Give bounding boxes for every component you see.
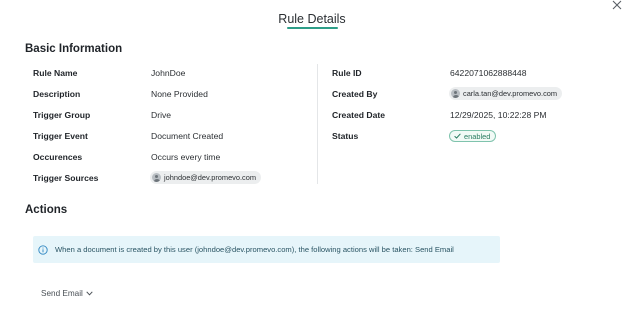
trigger-source-email: johndoe@dev.promevo.com: [164, 173, 256, 182]
send-email-action-toggle[interactable]: Send Email: [41, 289, 93, 298]
check-icon: [454, 133, 461, 139]
created-date-value: 12/29/2025, 10:22:28 PM: [450, 110, 547, 120]
trigger-event-label: Trigger Event: [33, 131, 88, 141]
user-avatar-icon: [451, 89, 460, 98]
rule-name-value: JohnDoe: [151, 68, 186, 78]
dialog-title: Rule Details: [278, 12, 346, 26]
created-by-label: Created By: [332, 89, 378, 99]
trigger-group-value: Drive: [151, 110, 172, 120]
trigger-event-value: Document Created: [151, 131, 224, 141]
status-badge: enabled: [449, 130, 497, 142]
occurences-label: Occurences: [33, 152, 83, 162]
trigger-sources-label: Trigger Sources: [33, 173, 99, 183]
action-label: Send Email: [41, 289, 83, 298]
created-by-user-chip: carla.tan@dev.promevo.com: [449, 87, 563, 100]
column-divider: [317, 64, 318, 184]
created-by-email: carla.tan@dev.promevo.com: [463, 89, 558, 98]
info-banner-text: When a document is created by this user …: [55, 245, 454, 254]
created-date-label: Created Date: [332, 110, 386, 120]
close-icon: [612, 0, 622, 10]
status-text: enabled: [464, 131, 491, 141]
actions-heading: Actions: [25, 204, 68, 216]
chevron-down-icon: [86, 291, 93, 296]
trigger-source-user-chip: johndoe@dev.promevo.com: [150, 171, 261, 184]
description-label: Description: [33, 89, 81, 99]
info-banner: When a document is created by this user …: [33, 236, 500, 263]
basic-information-heading: Basic Information: [25, 43, 123, 55]
description-value: None Provided: [151, 89, 208, 99]
rule-id-label: Rule ID: [332, 68, 362, 78]
rule-id-value: 6422071062888448: [450, 68, 527, 78]
occurences-value: Occurs every time: [151, 152, 221, 162]
user-avatar-icon: [152, 173, 161, 182]
info-icon: [38, 244, 48, 255]
rule-name-label: Rule Name: [33, 68, 78, 78]
title-underline: [287, 27, 338, 29]
status-label: Status: [332, 131, 359, 141]
trigger-group-label: Trigger Group: [33, 110, 91, 120]
